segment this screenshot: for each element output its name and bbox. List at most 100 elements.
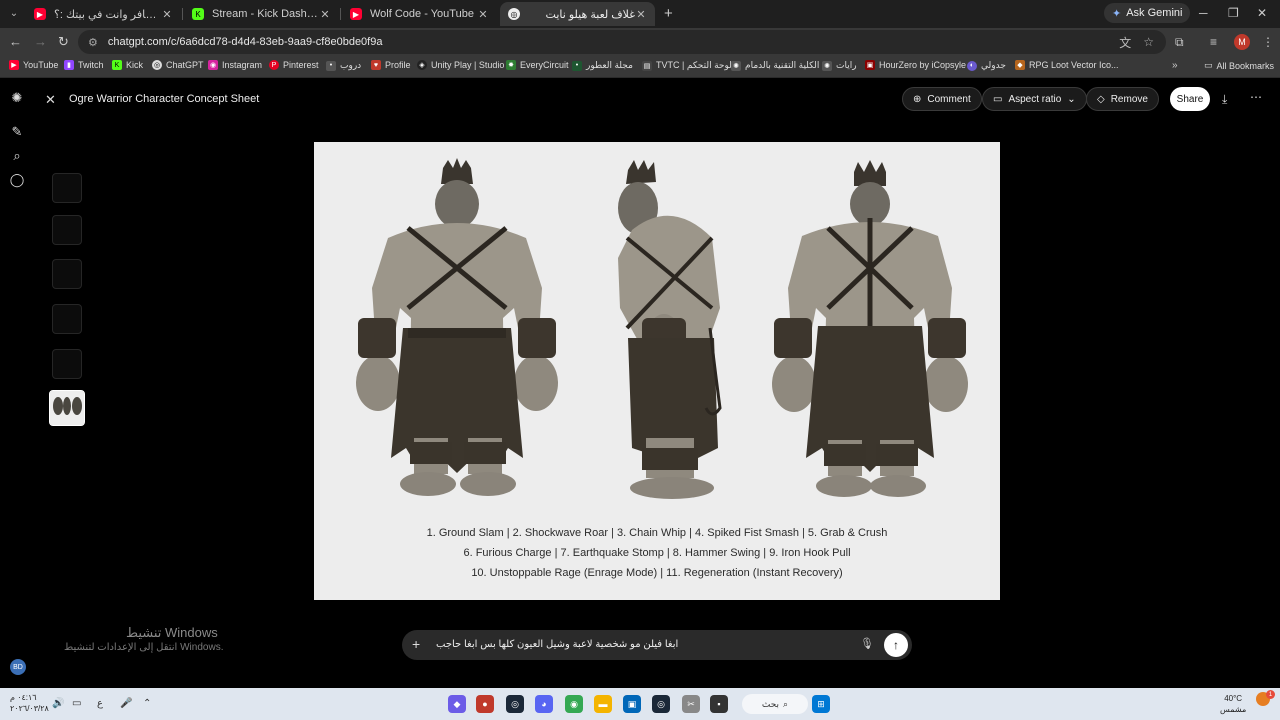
app-icon[interactable]: ▪ <box>710 695 728 713</box>
close-icon[interactable]: ✕ <box>161 8 173 21</box>
clock[interactable]: ٠٤:١٦ م ٢٠٢٦/٠٣/٢٨ <box>10 692 49 714</box>
generated-image[interactable]: 1. Ground Slam | 2. Shockwave Roar | 3. … <box>314 142 1000 600</box>
bookmark-label: Instagram <box>222 60 263 70</box>
reload-icon[interactable]: ↻ <box>58 34 69 50</box>
bookmark-tech-college[interactable]: ✺ الكلية التقنية بالدمام <box>731 60 819 71</box>
tab-divider <box>182 8 183 20</box>
taskbar-search[interactable]: بحث ⌕ <box>742 694 808 714</box>
windows-start-icon[interactable]: ⊞ <box>812 695 830 713</box>
weather-widget[interactable]: 40°C مشمس <box>1220 693 1246 715</box>
chevron-up-icon[interactable]: ⌃ <box>143 698 151 709</box>
send-button[interactable]: ↑ <box>884 633 908 657</box>
bookmark-profile[interactable]: ♥ Profile <box>371 60 411 70</box>
close-icon[interactable]: ✕ <box>635 8 647 21</box>
close-icon[interactable]: ✕ <box>477 8 489 21</box>
tab-search-icon[interactable]: ⌄ <box>6 5 22 21</box>
chrome-icon[interactable]: ◉ <box>565 695 583 713</box>
minimize-icon[interactable]: ─ <box>1199 6 1208 20</box>
share-button[interactable]: Share <box>1170 87 1210 111</box>
bookmark-perfume-mag[interactable]: • مجلة العطور <box>572 60 633 71</box>
bookmark-droob[interactable]: • دروب <box>326 60 361 71</box>
snipping-tool-icon[interactable]: ✂ <box>682 695 700 713</box>
bookmark-hourzero[interactable]: ▣ HourZero by iCopsyle <box>865 60 966 70</box>
bookmark-star-icon[interactable]: ☆ <box>1143 35 1154 49</box>
extensions-icon[interactable]: ⧉ <box>1175 35 1184 50</box>
bookmark-instagram[interactable]: ◉ Instagram <box>208 60 262 70</box>
ask-gemini-button[interactable]: ✦ Ask Gemini <box>1104 3 1191 23</box>
bookmark-chatgpt[interactable]: ◎ ChatGPT <box>152 60 204 70</box>
close-viewer-icon[interactable]: ✕ <box>45 92 56 108</box>
thumbnail[interactable] <box>52 215 82 245</box>
composer-input[interactable]: ابغا فيلن مو شخصية لاعبة وشيل العيون كله… <box>436 639 678 650</box>
tab-kick-dashboard[interactable]: K Stream - Kick Dashboard ✕ <box>184 2 339 26</box>
discord-icon[interactable]: ◕ <box>535 695 553 713</box>
tab-chatgpt-active[interactable]: ◎ غلاف لعبة هيلو نايت ✕ <box>500 2 655 26</box>
forward-icon[interactable]: → <box>34 34 47 49</box>
back-icon[interactable]: ← <box>9 34 22 49</box>
bookmark-twitch[interactable]: ▮ Twitch <box>64 60 104 70</box>
chat-bubble-icon[interactable]: ◯ <box>9 172 25 188</box>
bookmark-label: EveryCircuit <box>520 60 569 70</box>
magazine-icon: • <box>572 60 582 71</box>
app-icon[interactable]: ◆ <box>448 695 466 713</box>
bookmark-label: RPG Loot Vector Ico... <box>1029 60 1119 70</box>
bookmark-rpg-loot[interactable]: ◆ RPG Loot Vector Ico... <box>1015 60 1119 70</box>
all-bookmarks-button[interactable]: ▭ All Bookmarks <box>1204 60 1274 71</box>
profile-avatar[interactable]: M <box>1234 34 1250 50</box>
translate-icon[interactable]: 文 <box>1119 34 1131 51</box>
restore-icon[interactable]: ❐ <box>1228 6 1239 20</box>
speaker-icon[interactable]: 🔊 <box>52 698 64 709</box>
user-avatar[interactable]: BD <box>10 659 26 675</box>
app-icon[interactable]: ● <box>476 695 494 713</box>
site-info-icon[interactable]: ⚙ <box>88 36 98 49</box>
steam-icon[interactable]: ◎ <box>652 695 670 713</box>
bookmark-schedule[interactable]: ◐ جدولي <box>967 60 1006 71</box>
aspect-ratio-button[interactable]: ▭ Aspect ratio ⌄ <box>982 87 1087 111</box>
left-rail: ✺ ✎ ⌕ ◯ BD <box>0 78 34 688</box>
bookmark-label: رايات <box>836 60 857 70</box>
thumbnail[interactable] <box>52 173 82 203</box>
store-icon[interactable]: ▣ <box>623 695 641 713</box>
chatgpt-logo-icon[interactable]: ✺ <box>9 90 25 106</box>
search-icon: ⌕ <box>783 698 789 709</box>
close-window-icon[interactable]: ✕ <box>1257 6 1267 20</box>
tab-youtube-travel[interactable]: ▶ كيف تسافر وانت في بيتك :؟ - be ✕ <box>26 2 181 26</box>
new-chat-icon[interactable]: ✎ <box>9 124 25 140</box>
new-tab-icon[interactable]: + <box>664 5 673 22</box>
microphone-icon[interactable]: 🎙 <box>860 637 874 650</box>
close-icon[interactable]: ✕ <box>319 8 331 21</box>
share-label: Share <box>1176 93 1204 105</box>
thumbnail[interactable] <box>52 304 82 334</box>
windows-taskbar: ٠٤:١٦ م ٢٠٢٦/٠٣/٢٨ 🔊 ▭ ع 🎤 ⌃ ◆ ● ◎ ◕ ◉ ▬… <box>0 688 1280 720</box>
address-bar[interactable]: ⚙ chatgpt.com/c/6a6dcd78-d4d4-83eb-9aa9-… <box>78 30 1166 54</box>
bookmark-tvtc[interactable]: ▤ TVTC | لوحة التحكم <box>642 60 732 71</box>
thumbnail[interactable] <box>52 259 82 289</box>
search-icon[interactable]: ⌕ <box>9 148 25 164</box>
thumbnail-active[interactable] <box>49 390 85 426</box>
add-attachment-icon[interactable]: + <box>412 636 420 652</box>
bookmark-rayat[interactable]: ✺ رايات <box>822 60 857 71</box>
menu-icon[interactable]: ⋮ <box>1262 35 1274 49</box>
bookmark-youtube[interactable]: ▶ YouTube <box>9 60 58 70</box>
bookmark-everycircuit[interactable]: ✸ EveryCircuit <box>506 60 569 70</box>
kick-icon: K <box>112 60 122 70</box>
microphone-icon[interactable]: 🎤 <box>120 698 132 709</box>
thumbnail[interactable] <box>52 349 82 379</box>
more-options-icon[interactable]: ⋯ <box>1250 90 1262 104</box>
bookmark-unity[interactable]: ◈ Unity Play | Studio <box>417 60 504 70</box>
tab-wolf-code[interactable]: ▶ Wolf Code - YouTube ✕ <box>342 2 497 26</box>
bookmark-pinterest[interactable]: P Pinterest <box>269 60 319 70</box>
ogre-thumbnail-image <box>50 391 84 425</box>
steam-icon[interactable]: ◎ <box>506 695 524 713</box>
tab-strip: ⌄ ▶ كيف تسافر وانت في بيتك :؟ - be ✕ K S… <box>0 0 1280 28</box>
bookmark-kick[interactable]: K Kick <box>112 60 143 70</box>
comment-button[interactable]: ⊕ Comment <box>902 87 982 111</box>
network-icon[interactable]: ▭ <box>72 698 81 709</box>
remove-button[interactable]: ◇ Remove <box>1086 87 1159 111</box>
language-indicator[interactable]: ع <box>97 698 103 709</box>
media-icon[interactable]: ≡ <box>1210 35 1217 49</box>
download-icon[interactable]: ⤓ <box>1222 92 1227 107</box>
edit-prompt-composer[interactable]: + ابغا فيلن مو شخصية لاعبة وشيل العيون ك… <box>402 630 912 660</box>
more-bookmarks-icon[interactable]: » <box>1172 60 1178 71</box>
file-explorer-icon[interactable]: ▬ <box>594 695 612 713</box>
